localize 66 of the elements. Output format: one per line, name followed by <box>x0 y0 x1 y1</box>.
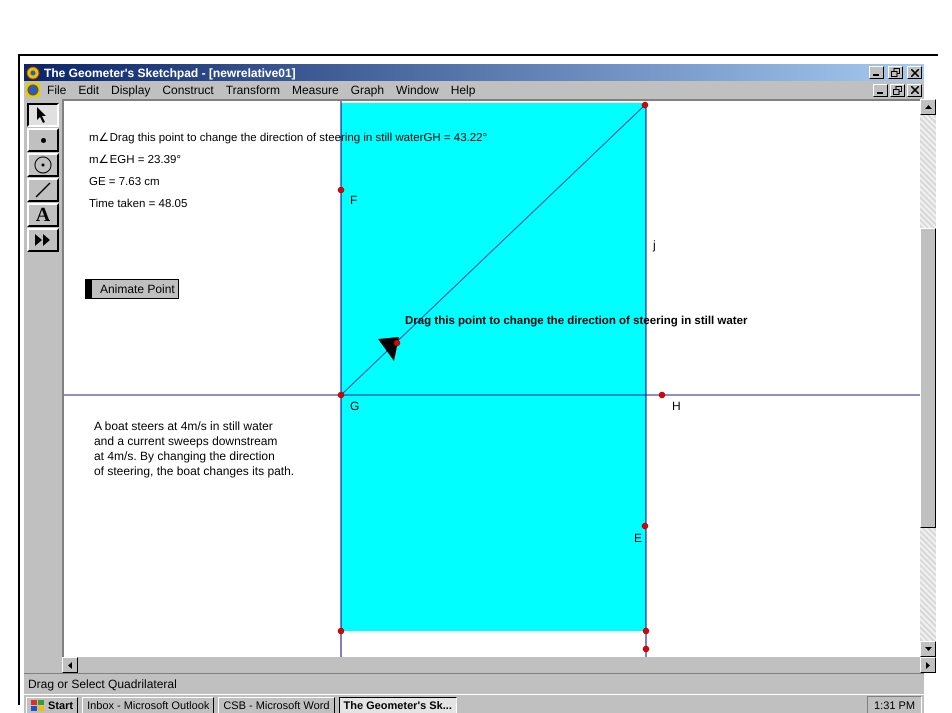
tool-button[interactable]: A <box>27 203 59 227</box>
point-label: j <box>653 238 656 252</box>
point[interactable] <box>642 522 648 530</box>
menu-item[interactable]: Window <box>391 83 444 97</box>
point-icon <box>40 138 46 142</box>
document-icon <box>26 83 40 97</box>
menu-item[interactable]: Transform <box>220 83 285 97</box>
taskbar-button[interactable]: CSB - Microsoft Word <box>218 697 334 713</box>
triangle-icon <box>926 662 930 668</box>
menu-item[interactable]: Construct <box>157 83 219 97</box>
measurement-text[interactable]: m∠EGH = 23.39° <box>89 149 181 171</box>
menu-item[interactable]: Edit <box>73 83 104 97</box>
point[interactable] <box>658 392 666 398</box>
taskbar-button[interactable]: The Geometer's Sk... <box>338 697 457 713</box>
point[interactable] <box>642 628 650 634</box>
scroll-left-button[interactable] <box>62 657 78 673</box>
description-text: at 4m/s. By changing the direction <box>94 449 276 464</box>
point[interactable] <box>642 102 648 108</box>
minimize-button[interactable] <box>869 66 884 79</box>
start-button[interactable]: Start <box>26 697 78 713</box>
scroll-thumb[interactable] <box>920 228 936 528</box>
restore-button[interactable] <box>890 84 905 96</box>
point-label: H <box>672 399 681 413</box>
menu-item[interactable]: File <box>42 83 72 97</box>
triangle-icon <box>924 647 932 651</box>
triangle-icon <box>68 662 72 668</box>
point[interactable] <box>338 186 344 194</box>
windows-logo-icon <box>31 700 45 712</box>
point-label: F <box>350 193 358 207</box>
close-button[interactable] <box>907 66 922 79</box>
scroll-right-button[interactable] <box>920 657 936 673</box>
scroll-down-button[interactable] <box>920 641 936 657</box>
menu-item[interactable]: Display <box>106 83 156 97</box>
minimize-button[interactable] <box>873 84 888 96</box>
menu-item[interactable]: Measure <box>286 83 344 97</box>
menu-item[interactable]: Help <box>446 83 480 97</box>
app-icon <box>26 66 40 80</box>
clock-text: 1:31 PM <box>874 700 915 712</box>
point[interactable] <box>642 646 650 652</box>
menu-item[interactable]: Graph <box>346 83 390 97</box>
close-icon <box>910 68 918 76</box>
measurement-text[interactable]: Time taken = 48.05 <box>89 193 188 215</box>
scroll-up-button[interactable] <box>920 99 936 115</box>
close-icon <box>910 86 918 94</box>
tool-button[interactable] <box>27 103 59 127</box>
point-label: E <box>634 531 642 545</box>
point[interactable] <box>394 340 400 346</box>
point[interactable] <box>338 628 344 634</box>
restore-button[interactable] <box>888 66 903 79</box>
close-button[interactable] <box>907 84 922 96</box>
triangle-icon <box>924 105 932 109</box>
window-title: The Geometer's Sketchpad - [newrelative01] <box>44 66 297 80</box>
point[interactable] <box>338 392 344 398</box>
taskbar-button[interactable]: Inbox - Microsoft Outlook <box>82 697 214 713</box>
point-label: G <box>350 399 360 413</box>
arrowhead-icon <box>378 337 399 361</box>
measurement-text[interactable]: GE = 7.63 cm <box>89 171 160 193</box>
circle-icon <box>34 156 52 174</box>
text-tool-icon: A <box>36 204 50 226</box>
animate-button[interactable]: Animate Point <box>85 279 179 299</box>
sketch-canvas[interactable] <box>62 99 920 657</box>
double-arrow-icon <box>34 233 52 247</box>
description-text: of steering, the boat changes its path. <box>94 464 294 479</box>
description-text: and a current sweeps downstream <box>94 434 278 449</box>
line-icon <box>34 181 52 199</box>
description-text: A boat steers at 4m/s in still water <box>94 419 274 434</box>
